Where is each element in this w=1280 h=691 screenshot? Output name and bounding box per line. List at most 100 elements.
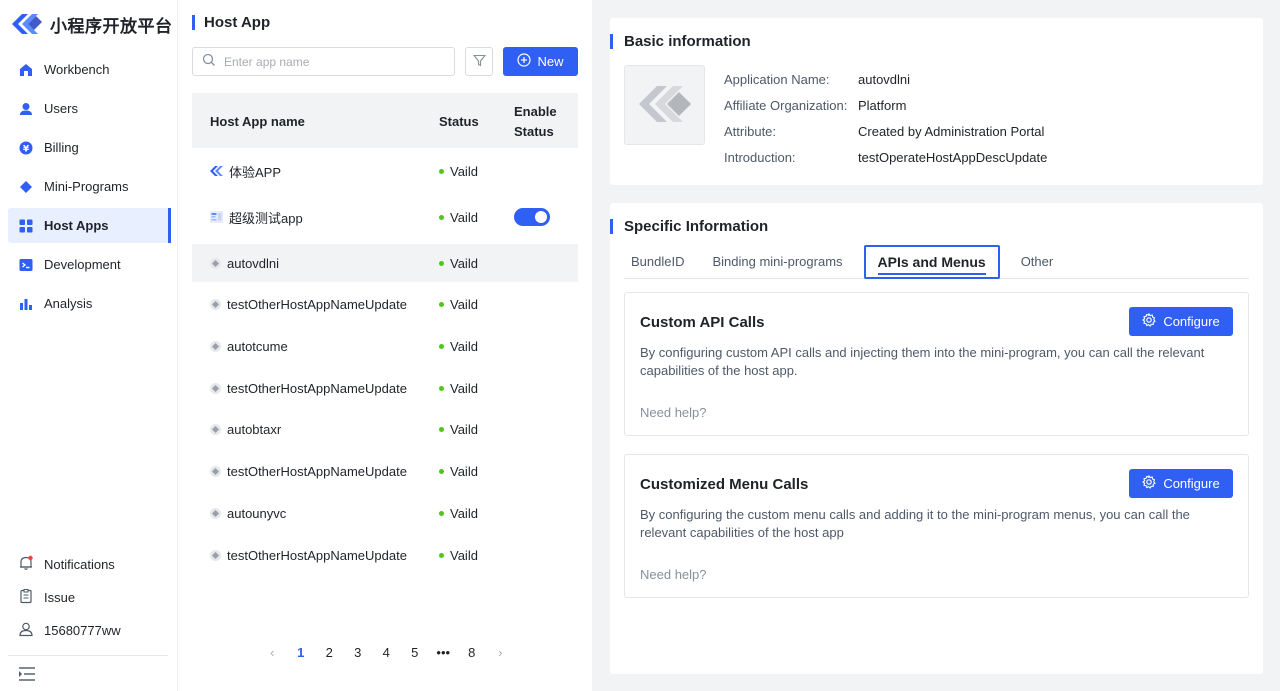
brand-name: 小程序开放平台 [50,16,173,36]
new-button-label: New [537,54,564,69]
field-value: Created by Administration Portal [858,123,1045,139]
sidebar-item-users[interactable]: Users [8,91,170,126]
app-placeholder-icon [210,465,221,477]
table-row[interactable]: testOtherHostAppNameUpdate Vaild [192,369,578,407]
page-button[interactable]: 4 [372,645,401,660]
configure-menu-button[interactable]: Configure [1129,469,1233,498]
status-dot [439,260,444,266]
tab-bundleid[interactable]: BundleID [624,245,691,279]
table-row[interactable]: testOtherHostAppNameUpdate Vaild [192,536,578,574]
status-text: Vaild [450,296,478,312]
row-status-cell: Vaild [439,339,478,354]
sidebar-item-development[interactable]: Development [8,247,170,282]
basic-info-fields: Application Name: autovdlni Affiliate Org… [724,66,1047,170]
filter-button[interactable] [465,47,493,76]
sidebar-item-label: Analysis [44,296,93,311]
tab-binding-mini-programs[interactable]: Binding mini-programs [705,245,849,279]
app-placeholder-icon [210,340,221,352]
row-name-cell: autotcume [210,339,288,354]
custom-api-calls-section: Custom API Calls Configure By configurin… [624,292,1249,436]
table-row[interactable]: 体验APP Vaild [192,148,578,194]
section-description: By configuring the custom menu calls and… [640,507,1190,540]
app-placeholder-icon [210,507,221,519]
table-row[interactable]: 超级测试app Vaild [192,194,578,240]
app-logo-icon [210,211,223,224]
field-value: Platform [858,97,907,113]
status-text: Vaild [450,380,478,396]
collapse-menu-icon[interactable] [18,666,36,682]
configure-api-button[interactable]: Configure [1129,307,1233,336]
sidebar-item-label: Billing [44,140,79,155]
page-button[interactable]: 3 [344,645,373,660]
brand-logo[interactable]: 小程序开放平台 [12,10,173,38]
issue-item[interactable]: Issue [8,581,170,614]
table-row[interactable]: autotcume Vaild [192,327,578,365]
bar-chart-icon [18,296,34,312]
table-row[interactable]: testOtherHostAppNameUpdate Vaild [192,452,578,490]
app-name: 体验APP [229,164,282,180]
table-row[interactable]: autobtaxr Vaild [192,410,578,448]
app-name: testOtherHostAppNameUpdate [227,463,407,479]
app-name: autobtaxr [227,421,282,437]
basic-info-card: Basic information Application Name: autov… [610,18,1263,185]
status-dot [439,385,444,391]
app-name: autotcume [227,338,288,354]
row-name-cell: 体验APP [210,162,281,181]
section-title: Custom API Calls [640,314,765,331]
column-header-name: Host App name [210,114,305,129]
specific-info-title-text: Specific Information [624,218,769,235]
sidebar-item-label: Development [44,257,121,272]
new-host-app-button[interactable]: New [503,47,578,76]
page-ellipsis[interactable]: ••• [429,645,458,660]
search-input[interactable] [224,54,444,69]
section-description: By configuring custom API calls and inje… [640,345,1205,378]
sidebar-item-mini-programs[interactable]: Mini-Programs [8,169,170,204]
page-button[interactable]: 1 [287,645,316,660]
table-row[interactable]: autovdlni Vaild [192,244,578,282]
info-row-attribute: Attribute: Created by Administration Port… [724,118,1047,144]
page-button[interactable]: 5 [401,645,430,660]
workbench-icon [18,62,34,78]
table-row[interactable]: autounyvc Vaild [192,494,578,532]
tab-other[interactable]: Other [1014,245,1061,279]
page-button[interactable]: 2 [315,645,344,660]
prev-page-icon[interactable]: ‹ [258,645,287,660]
next-page-icon[interactable]: › [486,645,515,660]
tab-apis-and-menus[interactable]: APIs and Menus [863,244,1000,279]
status-text: Vaild [450,209,478,225]
status-dot [439,214,444,220]
info-row-introduction: Introduction: testOperateHostAppDescUpdat… [724,144,1047,170]
notifications-item[interactable]: Notifications [8,548,170,581]
need-help-link[interactable]: Need help? [640,567,707,582]
account-item[interactable]: 15680777ww [8,614,170,647]
app-logo-icon [210,165,223,178]
sidebar-item-host-apps[interactable]: Host Apps [8,208,171,243]
status-dot [439,343,444,349]
user-icon [18,101,34,117]
status-text: Vaild [450,505,478,521]
status-text: Vaild [450,255,478,271]
app-name: testOtherHostAppNameUpdate [227,380,407,396]
search-box[interactable] [192,47,455,76]
sidebar-item-billing[interactable]: ¥ Billing [8,130,170,165]
enable-status-toggle[interactable] [514,208,550,226]
sidebar-item-label: Users [44,101,78,116]
svg-text:¥: ¥ [23,144,30,154]
row-status-cell: Vaild [439,506,478,521]
pagination: ‹ 1 2 3 4 5 ••• 8 › [258,645,515,660]
need-help-link[interactable]: Need help? [640,405,707,420]
status-text: Vaild [450,163,478,179]
table-row[interactable]: testOtherHostAppNameUpdate Vaild [192,285,578,323]
status-text: Vaild [450,463,478,479]
sidebar-item-workbench[interactable]: Workbench [8,52,170,87]
column-header-enable-status: Enable Status [514,104,557,139]
row-name-cell: autovdlni [210,256,279,271]
status-text: Vaild [450,421,478,437]
configure-label: Configure [1163,314,1220,329]
panel-title: Host App [192,14,270,31]
sidebar-item-analysis[interactable]: Analysis [8,286,170,321]
app-name: 超级测试app [229,210,303,226]
page-button[interactable]: 8 [458,645,487,660]
user-outline-icon [18,621,34,640]
row-status-cell: Vaild [439,164,478,179]
